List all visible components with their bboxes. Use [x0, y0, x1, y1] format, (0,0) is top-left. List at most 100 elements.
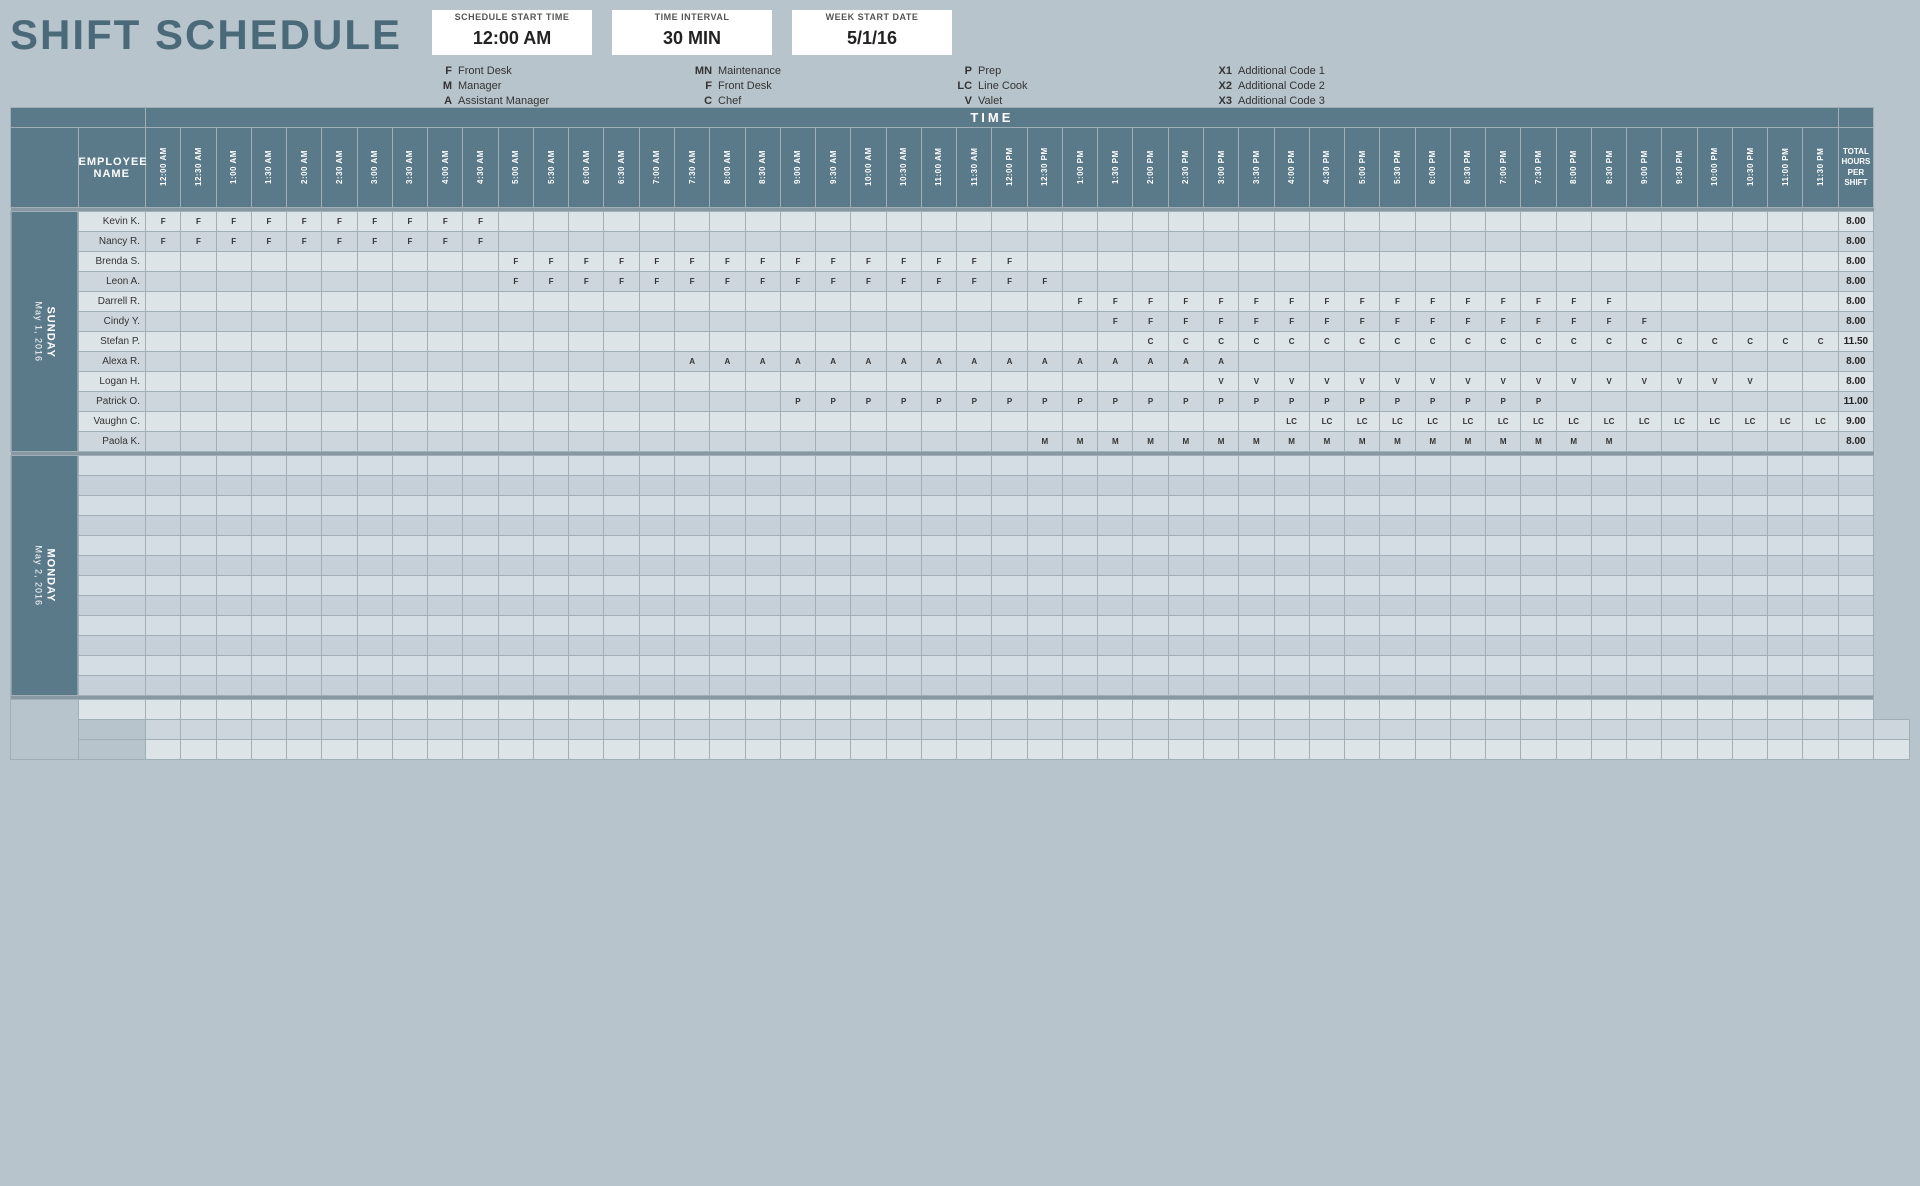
time-slot-cell [710, 656, 745, 676]
time-slot-cell [1450, 636, 1485, 656]
time-slot-cell [428, 292, 463, 312]
time-slot-cell [1415, 272, 1450, 292]
time-slot-cell [146, 476, 181, 496]
time-slot-cell [216, 412, 251, 432]
time-slot-cell [498, 312, 533, 332]
time-slot-cell [1591, 596, 1626, 616]
empty-cell [604, 740, 639, 760]
time-slot-cell [921, 372, 956, 392]
total-hours-cell [1838, 656, 1873, 676]
time-slot-cell [146, 372, 181, 392]
time-slot-cell [392, 596, 427, 616]
time-slot-cell [745, 372, 780, 392]
table-row: Stefan P.CCCCCCCCCCCCCCCCCCCC11.50 [11, 332, 1910, 352]
empty-cell [287, 700, 322, 720]
time-slot-cell [569, 516, 604, 536]
time-slot-cell [1098, 496, 1133, 516]
time-col-header-46: 11:00 PM [1768, 128, 1803, 208]
time-slot-cell [921, 292, 956, 312]
time-slot-cell [639, 596, 674, 616]
time-slot-cell: A [780, 352, 815, 372]
time-slot-cell: F [1203, 292, 1238, 312]
time-slot-cell: F [1133, 292, 1168, 312]
employee-name-cell: Vaughn C. [78, 412, 146, 432]
empty-cell [1168, 700, 1203, 720]
time-slot-cell: M [1062, 432, 1097, 452]
time-slot-cell [1803, 536, 1838, 556]
time-col-header-43: 9:30 PM [1662, 128, 1697, 208]
empty-cell [1803, 740, 1838, 760]
time-slot-cell [1274, 576, 1309, 596]
time-slot-cell [1133, 476, 1168, 496]
time-slot-cell [1521, 272, 1556, 292]
time-col-header-33: 4:30 PM [1309, 128, 1344, 208]
time-slot-cell [957, 332, 992, 352]
time-slot-cell [1627, 392, 1662, 412]
empty-cell [886, 720, 921, 740]
time-slot-cell [921, 432, 956, 452]
time-slot-cell [1450, 232, 1485, 252]
day-label: SUNDAYMay 1, 2016 [11, 212, 79, 452]
time-slot-cell [287, 432, 322, 452]
col-header-row: EMPLOYEE NAME 12:00 AM12:30 AM1:00 AM1:3… [11, 128, 1910, 208]
empty-cell [1732, 740, 1767, 760]
time-slot-cell [287, 476, 322, 496]
time-slot-cell: P [1345, 392, 1380, 412]
time-slot-cell [1062, 456, 1097, 476]
empty-cell [498, 720, 533, 740]
time-slot-cell [1521, 476, 1556, 496]
time-slot-cell [463, 432, 498, 452]
empty-cell [639, 740, 674, 760]
time-slot-cell [1415, 212, 1450, 232]
time-slot-cell: C [1168, 332, 1203, 352]
time-slot-cell: M [1133, 432, 1168, 452]
time-slot-cell [287, 332, 322, 352]
time-slot-cell [1098, 372, 1133, 392]
time-slot-cell [1168, 596, 1203, 616]
empty-cell [216, 740, 251, 760]
time-slot-cell [745, 656, 780, 676]
total-hours-cell [1838, 596, 1873, 616]
time-slot-cell [604, 616, 639, 636]
time-slot-cell [1380, 352, 1415, 372]
time-slot-cell [1627, 456, 1662, 476]
time-slot-cell [569, 412, 604, 432]
time-slot-cell [886, 616, 921, 636]
time-slot-cell [886, 496, 921, 516]
time-slot-cell [322, 476, 357, 496]
time-slot-cell [1380, 536, 1415, 556]
time-slot-cell [428, 616, 463, 636]
time-slot-cell [1627, 676, 1662, 696]
time-slot-cell: C [1662, 332, 1697, 352]
time-slot-cell [1133, 496, 1168, 516]
time-slot-cell [216, 332, 251, 352]
time-slot-cell [1521, 636, 1556, 656]
time-slot-cell: A [851, 352, 886, 372]
time-slot-cell: C [1732, 332, 1767, 352]
time-slot-cell [216, 576, 251, 596]
time-col-header-29: 2:30 PM [1168, 128, 1203, 208]
time-slot-cell [1027, 332, 1062, 352]
empty-cell [1486, 700, 1521, 720]
time-slot-cell [216, 676, 251, 696]
time-slot-cell [1556, 616, 1591, 636]
time-slot-cell [1203, 556, 1238, 576]
time-slot-cell [957, 372, 992, 392]
time-col-header-8: 4:00 AM [428, 128, 463, 208]
time-slot-cell [1309, 636, 1344, 656]
time-slot-cell [392, 556, 427, 576]
time-slot-cell [674, 476, 709, 496]
time-slot-cell [886, 536, 921, 556]
time-slot-cell [1274, 596, 1309, 616]
time-slot-cell [322, 272, 357, 292]
time-slot-cell: C [1486, 332, 1521, 352]
empty-cell [1027, 720, 1062, 740]
time-slot-cell [216, 656, 251, 676]
time-slot-cell [1345, 676, 1380, 696]
time-slot-cell [1732, 656, 1767, 676]
empty-cell [1874, 720, 1910, 740]
employee-name-cell: Logan H. [78, 372, 146, 392]
time-slot-cell [1168, 476, 1203, 496]
table-row: Darrell R.FFFFFFFFFFFFFFFF8.00 [11, 292, 1910, 312]
time-slot-cell [1168, 212, 1203, 232]
